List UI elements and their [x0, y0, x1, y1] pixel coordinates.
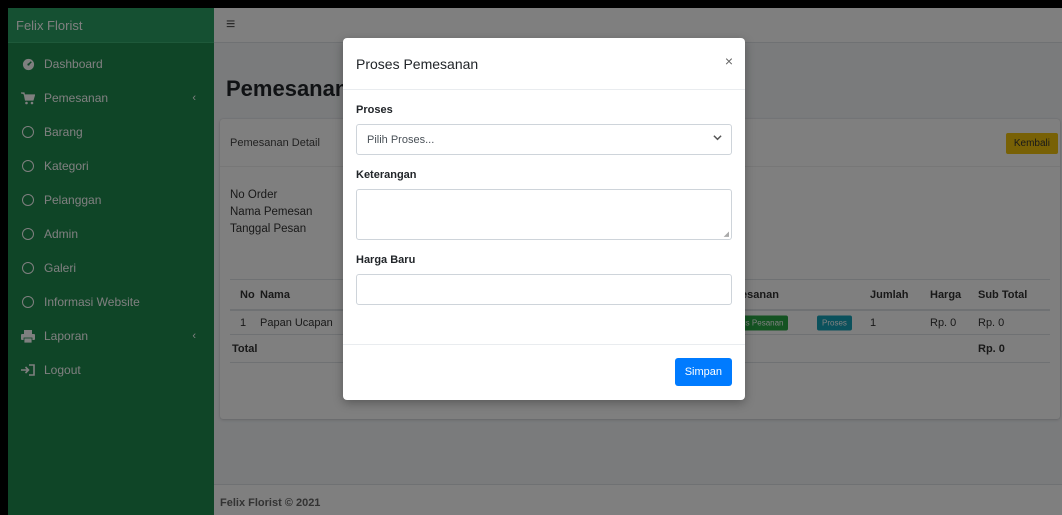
close-icon[interactable]: × — [725, 53, 733, 69]
note-textarea[interactable]: ◢ — [356, 189, 732, 240]
new-price-label: Harga Baru — [356, 254, 416, 266]
chevron-down-icon — [713, 133, 722, 144]
new-price-input[interactable] — [356, 274, 732, 305]
modal-footer: Simpan — [343, 344, 745, 400]
process-select[interactable]: Pilih Proses... — [356, 124, 732, 155]
note-label: Keterangan — [356, 169, 417, 181]
resize-grip-icon[interactable]: ◢ — [724, 230, 729, 238]
modal-title: Proses Pemesanan — [356, 55, 479, 72]
save-button[interactable]: Simpan — [674, 358, 732, 386]
app-window: Felix Florist Dashboard Pemesanan ‹ Bara… — [8, 8, 1062, 515]
process-select-value: Pilih Proses... — [367, 133, 435, 146]
process-order-modal: Proses Pemesanan × Proses Pilih Proses..… — [343, 38, 745, 400]
modal-header: Proses Pemesanan × — [343, 38, 745, 90]
modal-body: Proses Pilih Proses... Keterangan ◢ Harg… — [343, 90, 745, 305]
process-label: Proses — [356, 104, 393, 116]
